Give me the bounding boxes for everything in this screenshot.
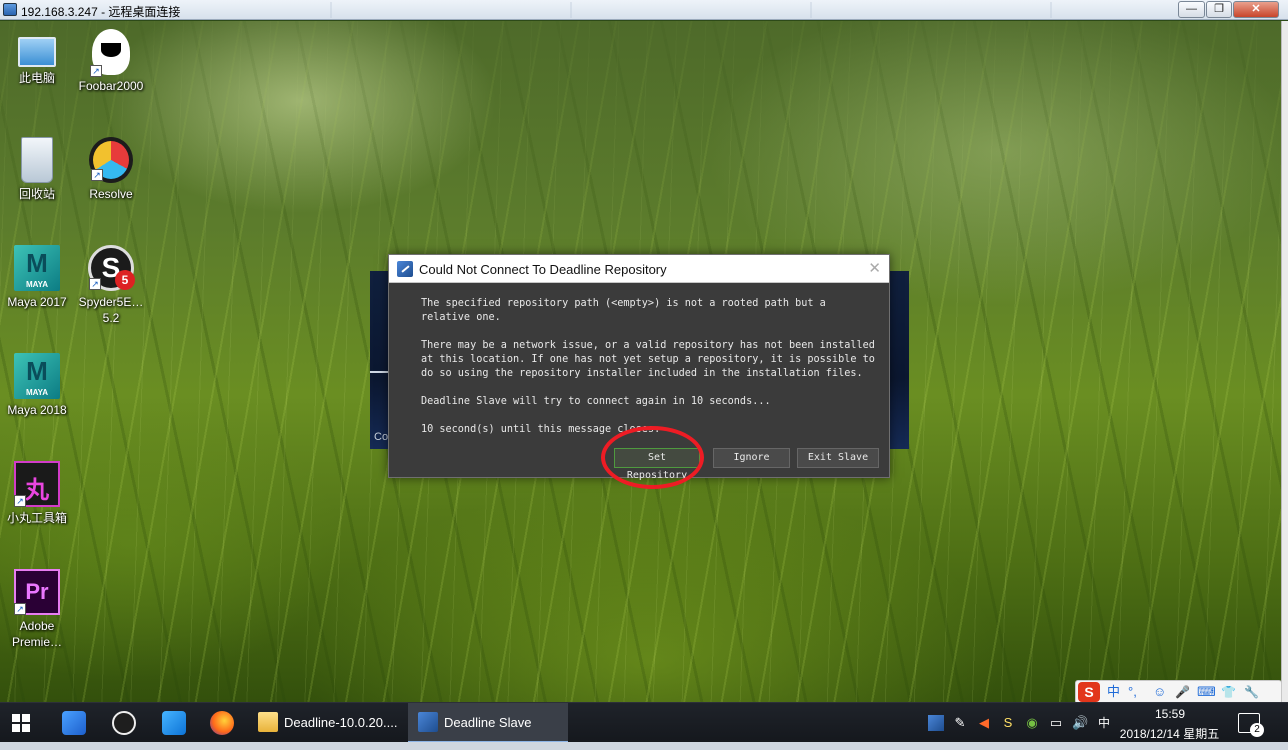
deadline-icon [418,712,438,732]
spyder-icon: S 5 ↗ [88,245,135,291]
notification-center-icon[interactable]: 2 [1238,713,1264,737]
spyder-logo-badge: 5 [115,270,135,290]
taskbar: Deadline-10.0.20.... Deadline Slave ✎ ◀ … [0,702,1288,743]
vertical-scrollbar[interactable] [1281,21,1288,702]
foobar-icon: ↗ [90,29,130,77]
red-highlight-circle [601,426,704,489]
ime-skin-icon[interactable]: 👕 [1221,684,1236,700]
shortcut-arrow-icon: ↗ [89,278,101,290]
desktop-icon-label: 回收站 [18,187,55,201]
desktop-icon-this-pc[interactable]: 此电脑 [0,31,74,86]
taskbar-item-label: Deadline Slave [444,715,532,730]
desktop-icon-label: Maya 2018 [7,403,67,417]
notification-count-badge: 2 [1250,723,1264,737]
remote-desktop-title-bar: 192.168.3.247 - 远程桌面连接 — ❐ ✕ [0,0,1288,20]
minimize-button[interactable]: — [1178,1,1205,18]
close-button[interactable]: ✕ [1233,1,1279,18]
taskbar-item-label: Deadline-10.0.20.... [284,715,398,730]
desktop-icon-label: Adobe Premie… [11,619,62,649]
pinned-app-star-icon[interactable] [162,711,186,735]
message-paragraph: Deadline Slave will try to connect again… [421,396,771,407]
shortcut-arrow-icon: ↗ [90,65,102,77]
shortcut-arrow-icon: ↗ [14,495,26,507]
desktop-icon-xiaowan-toolbox[interactable]: 丸 ↗ 小丸工具箱 [0,461,74,526]
desktop-icon-maya-2017[interactable]: M MAYA Maya 2017 [0,245,74,310]
taskbar-item-deadline-folder[interactable]: Deadline-10.0.20.... [248,703,406,743]
folder-icon [258,712,278,732]
dialog-title-bar[interactable]: Could Not Connect To Deadline Repository… [389,255,889,283]
desktop-icon-spyder[interactable]: S 5 ↗ Spyder5E… 5.2 [74,245,148,326]
remote-desktop-title: 192.168.3.247 - 远程桌面连接 [21,5,181,19]
ime-punctuation-icon[interactable]: °, [1128,684,1137,700]
desktop-icon-maya-2018[interactable]: M MAYA Maya 2018 [0,353,74,418]
ghost-taskbar-overlay [250,2,1150,18]
maya-logo-letter: M [26,248,48,278]
sogou-logo-icon[interactable]: S [1078,682,1100,702]
maya-badge: MAYA [25,280,49,289]
ime-toolbar: S 中 °, ☺ 🎤 ⌨ 👕 🔧 [1075,680,1282,704]
clock-date[interactable]: 2018/12/14 星期五 [1112,725,1227,742]
maya-icon: M MAYA [14,353,60,399]
dialog-title: Could Not Connect To Deadline Repository [419,262,667,277]
ime-emoji-icon[interactable]: ☺ [1153,684,1166,700]
restore-button[interactable]: ❐ [1206,1,1232,18]
nvidia-icon[interactable]: ◉ [1024,715,1040,731]
remote-desktop-icon [3,3,17,16]
maya-badge: MAYA [25,388,49,397]
desktop-icon-recycle-bin[interactable]: 回收站 [0,137,74,202]
tray-deadline-icon[interactable] [928,715,944,731]
desktop-icon-label: Foobar2000 [78,79,144,93]
ime-language-indicator[interactable]: 中 [1096,715,1112,731]
recycle-bin-icon [21,137,53,183]
window-bottom-border [0,742,1288,750]
network-icon[interactable]: ▭ [1048,715,1064,731]
desktop-icon-label: Maya 2017 [7,295,67,309]
pinned-app-bird-icon[interactable] [62,711,86,735]
desktop-icon-resolve[interactable]: ↗ Resolve [74,137,148,202]
background-window-text: Co [374,431,389,443]
tray-s-app-icon[interactable]: S [1000,715,1016,731]
message-paragraph: The specified repository path (<empty>) … [421,298,832,323]
desktop-icon-label: Spyder5E… 5.2 [78,295,144,325]
pinned-foobar-icon[interactable] [112,711,136,735]
message-paragraph: There may be a network issue, or a valid… [421,340,882,379]
firefox-icon[interactable] [210,711,234,735]
ime-tools-icon[interactable]: 🔧 [1244,684,1259,700]
volume-icon[interactable]: 🔊 [1072,715,1088,731]
xiaowan-icon: 丸 ↗ [14,461,60,507]
dialog-close-icon[interactable]: ✕ [868,259,881,277]
premiere-glyph: Pr [25,579,49,604]
ime-voice-icon[interactable]: 🎤 [1175,684,1190,700]
clock-time[interactable]: 15:59 [1140,707,1200,721]
taskbar-item-deadline-slave[interactable]: Deadline Slave [408,703,568,743]
ignore-button[interactable]: Ignore [713,448,790,468]
computer-icon [18,37,56,67]
desktop-icon-label: 此电脑 [18,71,55,85]
resolve-icon: ↗ [89,137,133,183]
tray-speaker-app-icon[interactable]: ◀ [976,715,992,731]
exit-slave-button[interactable]: Exit Slave [797,448,879,468]
deadline-icon [397,261,413,277]
premiere-icon: Pr ↗ [14,569,60,615]
desktop-icon-label: 小丸工具箱 [6,511,67,525]
ime-keyboard-icon[interactable]: ⌨ [1197,684,1216,700]
shortcut-arrow-icon: ↗ [14,603,26,615]
background-window-line [370,371,388,373]
desktop-icon-adobe-premiere[interactable]: Pr ↗ Adobe Premie… [0,569,74,650]
maya-logo-letter: M [26,356,48,386]
desktop-icon-foobar2000[interactable]: ↗ Foobar2000 [74,29,148,94]
desktop-icon-label: Resolve [89,187,133,201]
shortcut-arrow-icon: ↗ [91,169,103,181]
tray-pen-icon[interactable]: ✎ [952,715,968,731]
maya-icon: M MAYA [14,245,60,291]
ime-chinese-mode-icon[interactable]: 中 [1107,684,1120,700]
start-windows-icon[interactable] [12,714,30,732]
